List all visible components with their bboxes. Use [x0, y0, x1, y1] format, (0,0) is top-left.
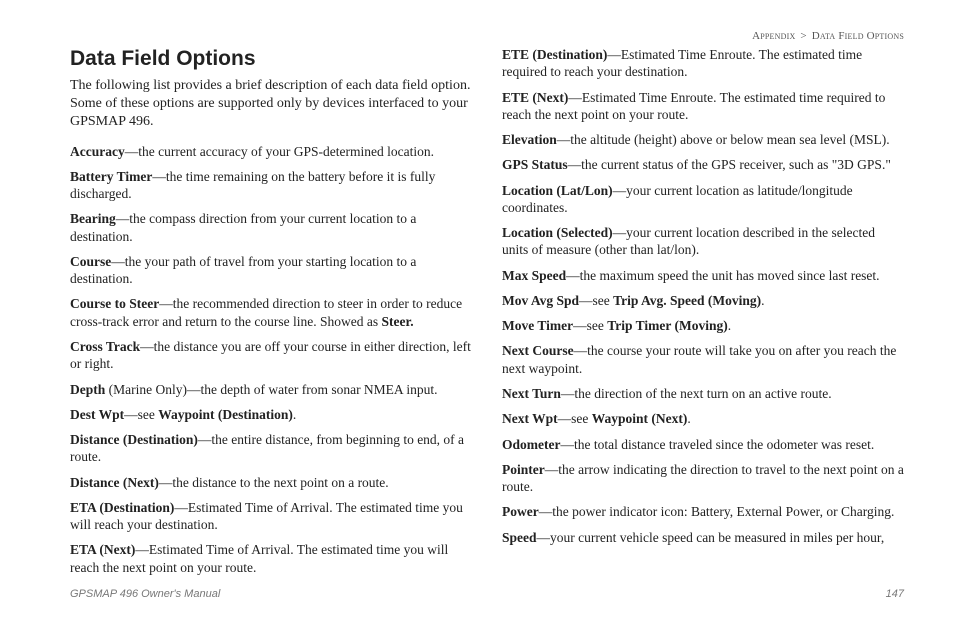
definition-term: Power	[502, 504, 539, 519]
definition-entry: Distance (Next)—the distance to the next…	[70, 474, 472, 491]
definition-term: Course	[70, 254, 111, 269]
definition-entry: Power—the power indicator icon: Battery,…	[502, 503, 904, 520]
definition-entry: Bearing—the compass direction from your …	[70, 210, 472, 245]
definition-term: Distance (Next)	[70, 475, 159, 490]
definition-entry: Accuracy—the current accuracy of your GP…	[70, 143, 472, 160]
definition-term: Location (Selected)	[502, 225, 613, 240]
definition-desc: —the your path of travel from your start…	[70, 254, 416, 286]
breadcrumb: Appendix > Data Field Options	[70, 30, 904, 42]
definition-term: ETE (Next)	[502, 90, 568, 105]
definition-term: Dest Wpt	[70, 407, 124, 422]
definition-entry: Elevation—the altitude (height) above or…	[502, 131, 904, 148]
definition-desc: —the current accuracy of your GPS-determ…	[125, 144, 434, 159]
definition-desc: —see	[579, 293, 613, 308]
definition-desc: —the power indicator icon: Battery, Exte…	[539, 504, 895, 519]
definition-entry: Speed—your current vehicle speed can be …	[502, 529, 904, 546]
definition-term: Speed	[502, 530, 537, 545]
definition-ref: Steer.	[382, 314, 414, 329]
definition-entry: Depth (Marine Only)—the depth of water f…	[70, 381, 472, 398]
definition-ref: Trip Avg. Speed (Moving)	[613, 293, 761, 308]
definition-entry: Location (Selected)—your current locatio…	[502, 224, 904, 259]
definition-entry: Move Timer—see Trip Timer (Moving).	[502, 317, 904, 334]
definition-entry: Cross Track—the distance you are off you…	[70, 338, 472, 373]
definition-term: GPS Status	[502, 157, 568, 172]
definition-desc: —see	[573, 318, 607, 333]
definition-term: Elevation	[502, 132, 557, 147]
definition-term: Bearing	[70, 211, 116, 226]
definition-entry: Next Turn—the direction of the next turn…	[502, 385, 904, 402]
content-columns: Data Field Options The following list pr…	[70, 46, 904, 576]
page-footer: GPSMAP 496 Owner's Manual 147	[70, 588, 904, 600]
page-title: Data Field Options	[70, 46, 472, 73]
definition-entry: Next Wpt—see Waypoint (Next).	[502, 410, 904, 427]
definition-entry: Distance (Destination)—the entire distan…	[70, 431, 472, 466]
definition-tail: .	[687, 411, 690, 426]
definition-term: Mov Avg Spd	[502, 293, 579, 308]
definition-entry: Dest Wpt—see Waypoint (Destination).	[70, 406, 472, 423]
definition-term: Distance (Destination)	[70, 432, 198, 447]
definition-term: Max Speed	[502, 268, 566, 283]
definition-tail: .	[761, 293, 764, 308]
definition-desc: —the arrow indicating the direction to t…	[502, 462, 904, 494]
definition-term: Odometer	[502, 437, 560, 452]
definition-term: ETA (Destination)	[70, 500, 174, 515]
definition-term: Pointer	[502, 462, 545, 477]
definition-desc: —the direction of the next turn on an ac…	[561, 386, 832, 401]
definition-desc: —see	[558, 411, 592, 426]
definition-ref: Waypoint (Destination)	[158, 407, 293, 422]
definition-desc: —your current vehicle speed can be measu…	[537, 530, 885, 545]
definition-tail: .	[293, 407, 296, 422]
definition-desc: (Marine Only)—the depth of water from so…	[105, 382, 437, 397]
definition-entry: GPS Status—the current status of the GPS…	[502, 156, 904, 173]
definition-tail: .	[728, 318, 731, 333]
definition-entry: Course—the your path of travel from your…	[70, 253, 472, 288]
definition-desc: —see	[124, 407, 158, 422]
definition-desc: —the current status of the GPS receiver,…	[568, 157, 891, 172]
definition-entry: ETE (Destination)—Estimated Time Enroute…	[502, 46, 904, 81]
definition-term: Cross Track	[70, 339, 140, 354]
breadcrumb-sep: >	[800, 30, 806, 42]
definition-term: Move Timer	[502, 318, 573, 333]
definition-desc: —the compass direction from your current…	[70, 211, 416, 243]
definition-desc: —the total distance traveled since the o…	[560, 437, 874, 452]
definition-entry: Battery Timer—the time remaining on the …	[70, 168, 472, 203]
definition-entry: Odometer—the total distance traveled sin…	[502, 436, 904, 453]
breadcrumb-sub: Data Field Options	[812, 30, 904, 42]
definition-desc: —the distance to the next point on a rou…	[159, 475, 389, 490]
footer-manual-title: GPSMAP 496 Owner's Manual	[70, 588, 220, 600]
definition-term: Next Turn	[502, 386, 561, 401]
definition-entry: Location (Lat/Lon)—your current location…	[502, 182, 904, 217]
definition-desc: —the altitude (height) above or below me…	[557, 132, 890, 147]
definition-entry: Next Course—the course your route will t…	[502, 342, 904, 377]
definition-term: Location (Lat/Lon)	[502, 183, 613, 198]
definition-entry: ETA (Next)—Estimated Time of Arrival. Th…	[70, 541, 472, 576]
definition-entry: Pointer—the arrow indicating the directi…	[502, 461, 904, 496]
definition-desc: —the maximum speed the unit has moved si…	[566, 268, 879, 283]
definition-term: ETE (Destination)	[502, 47, 607, 62]
definition-ref: Trip Timer (Moving)	[607, 318, 728, 333]
definition-entry: Course to Steer—the recommended directio…	[70, 295, 472, 330]
definition-term: Next Wpt	[502, 411, 558, 426]
definition-entry: Mov Avg Spd—see Trip Avg. Speed (Moving)…	[502, 292, 904, 309]
definition-entry: ETE (Next)—Estimated Time Enroute. The e…	[502, 89, 904, 124]
definition-term: Next Course	[502, 343, 574, 358]
definition-entry: ETA (Destination)—Estimated Time of Arri…	[70, 499, 472, 534]
definition-term: ETA (Next)	[70, 542, 135, 557]
footer-page-number: 147	[886, 588, 904, 600]
definition-term: Course to Steer	[70, 296, 159, 311]
intro-paragraph: The following list provides a brief desc…	[70, 77, 472, 131]
definition-term: Battery Timer	[70, 169, 152, 184]
definition-term: Depth	[70, 382, 105, 397]
definition-entry: Max Speed—the maximum speed the unit has…	[502, 267, 904, 284]
definition-ref: Waypoint (Next)	[592, 411, 688, 426]
definition-term: Accuracy	[70, 144, 125, 159]
breadcrumb-section: Appendix	[752, 30, 795, 42]
